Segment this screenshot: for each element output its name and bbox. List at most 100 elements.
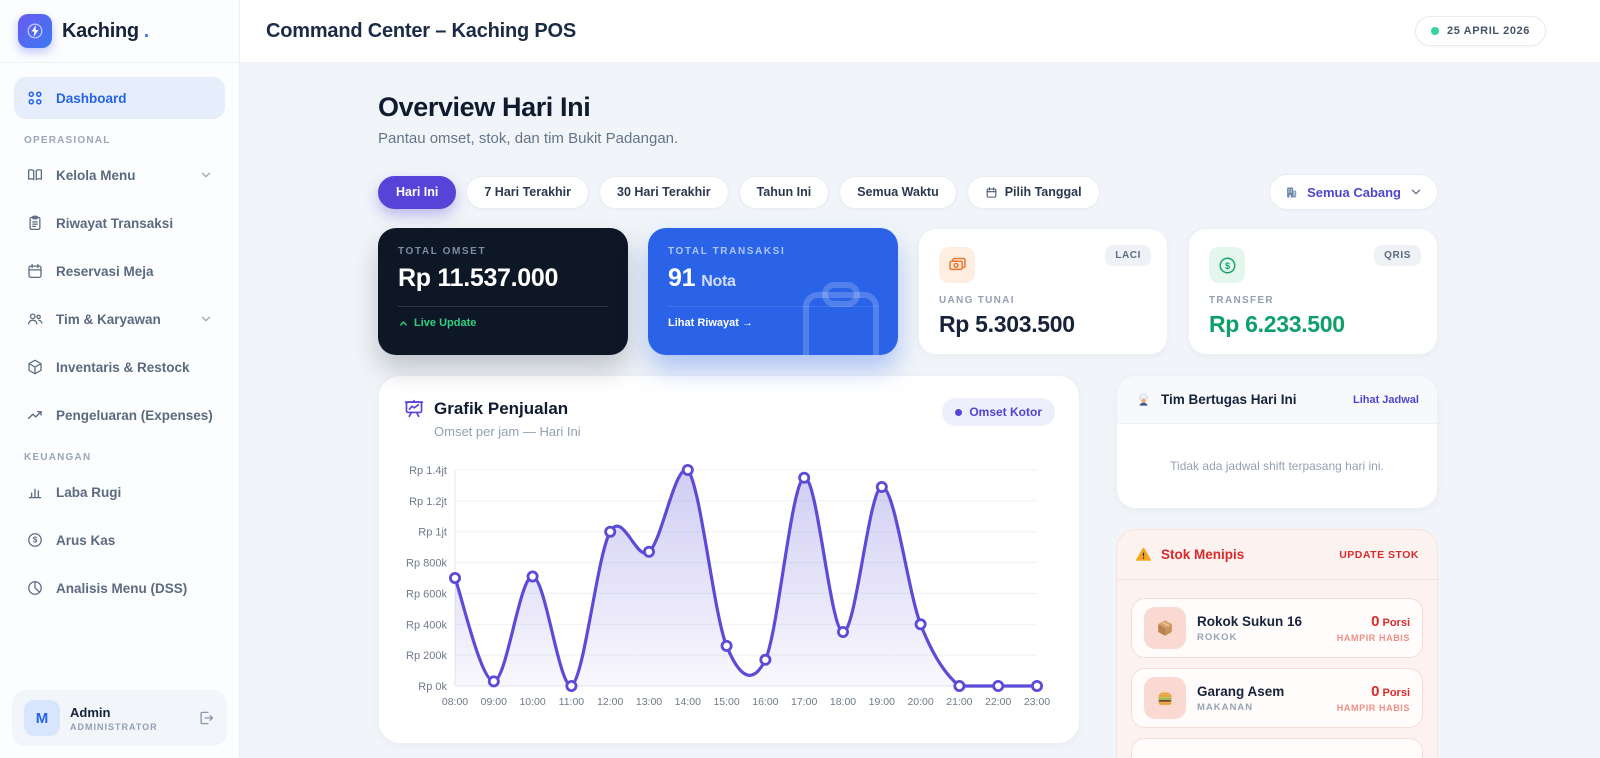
warning-icon: [1135, 547, 1152, 561]
pill-7-hari[interactable]: 7 Hari Terakhir: [466, 175, 589, 209]
stock-item-status: HAMPIR HABIS: [1336, 703, 1410, 713]
svg-text:11:00: 11:00: [559, 696, 585, 708]
pill-tahun-ini[interactable]: Tahun Ini: [738, 175, 830, 209]
filter-row: Hari Ini 7 Hari Terakhir 30 Hari Terakhi…: [378, 174, 1438, 210]
svg-text:20:00: 20:00: [907, 696, 933, 708]
chevron-down-icon: [1411, 189, 1421, 195]
svg-text:Rp 1jt: Rp 1jt: [418, 527, 447, 539]
package-icon: [28, 359, 42, 375]
svg-text:18:00: 18:00: [830, 696, 856, 708]
stock-item-qty: 0 Porsi: [1371, 683, 1410, 700]
stock-item-name: Garang Asem: [1197, 683, 1285, 699]
sidebar-item-inventaris-restock[interactable]: Inventaris & Restock: [14, 346, 225, 388]
burger-icon: [1144, 677, 1186, 719]
stock-item-garang-asem[interactable]: Garang Asem MAKANAN 0 Porsi HAMPIR HABIS: [1131, 668, 1423, 728]
topbar: Command Center – Kaching POS 25 APRIL 20…: [240, 0, 1600, 63]
stat-cards: TOTAL OMSET Rp 11.537.000 Live Update TO…: [378, 228, 1438, 355]
sidebar-item-label: Arus Kas: [56, 532, 116, 548]
stat-value: Rp 5.303.500: [939, 311, 1075, 337]
sidebar-item-label: Analisis Menu (DSS): [56, 580, 188, 596]
svg-text:14:00: 14:00: [675, 696, 701, 708]
stock-card-title: Stok Menipis: [1161, 547, 1245, 562]
building-icon: [1287, 187, 1297, 197]
bolt-logo-icon: [18, 14, 52, 48]
chef-icon: [1138, 393, 1149, 406]
svg-text:23:00: 23:00: [1024, 696, 1050, 708]
chart-canvas[interactable]: Rp 1.4jt Rp 1.2jt Rp 1jt Rp 800k Rp 600k Rp 4…: [403, 451, 1055, 718]
banknotes-icon: [939, 247, 975, 283]
dashboard-grid: Grafik Penjualan Omset per jam — Hari In…: [378, 375, 1438, 758]
user-card[interactable]: M Admin ADMINISTRATOR: [12, 690, 227, 746]
sidebar-item-label: Pengeluaran (Expenses): [56, 407, 213, 423]
legend-dot: [955, 408, 963, 416]
trending-up-icon: [27, 410, 42, 420]
sidebar-section-keuangan: KEUANGAN: [24, 452, 92, 463]
pie-chart-icon: [28, 581, 42, 595]
pill-semua-waktu[interactable]: Semua Waktu: [839, 175, 957, 209]
sidebar-item-pengeluaran[interactable]: Pengeluaran (Expenses): [14, 394, 225, 436]
sidebar-item-reservasi-meja[interactable]: Reservasi Meja: [14, 250, 225, 292]
status-dot: [1430, 27, 1439, 35]
avatar: M: [24, 700, 60, 736]
stat-label: UANG TUNAI: [939, 295, 1015, 306]
stat-label: TRANSFER: [1209, 295, 1274, 306]
svg-text:$: $: [1224, 260, 1229, 270]
stock-list: Rokok Sukun 16 ROKOK 0 Porsi HAMPIR HABI…: [1117, 580, 1437, 758]
logout-icon[interactable]: [197, 709, 215, 727]
stock-item-status: HAMPIR HABIS: [1336, 633, 1410, 643]
svg-text:16:00: 16:00: [752, 696, 778, 708]
svg-text:$: $: [33, 536, 38, 545]
pill-hari-ini[interactable]: Hari Ini: [378, 175, 457, 209]
sidebar-item-tim-karyawan[interactable]: Tim & Karyawan: [14, 298, 225, 340]
sidebar-item-dashboard[interactable]: Dashboard: [14, 77, 225, 119]
date-badge: 25 APRIL 2026: [1414, 16, 1546, 46]
chart-subtitle: Omset per jam — Hari Ini: [434, 424, 581, 439]
card-uang-tunai: LACI UANG TUNAI Rp 5.303.500: [918, 228, 1168, 355]
chevron-down-icon: [201, 172, 211, 178]
pill-30-hari[interactable]: 30 Hari Terakhir: [599, 175, 729, 209]
sidebar-item-kelola-menu[interactable]: Kelola Menu: [14, 154, 225, 196]
sidebar-item-laba-rugi[interactable]: Laba Rugi: [14, 471, 225, 513]
svg-text:Rp 0k: Rp 0k: [418, 681, 447, 693]
stock-item-partial[interactable]: [1131, 738, 1423, 758]
update-stok-link[interactable]: UPDATE STOK: [1339, 549, 1419, 561]
legend-omset-kotor[interactable]: Omset Kotor: [942, 398, 1055, 426]
card-total-omset: TOTAL OMSET Rp 11.537.000 Live Update: [378, 228, 628, 355]
people-icon: [27, 313, 43, 325]
sidebar-item-analisis-menu[interactable]: Analisis Menu (DSS): [14, 567, 225, 609]
grid-icon: [28, 91, 42, 105]
svg-text:Rp 200k: Rp 200k: [406, 650, 447, 662]
dollar-coin-icon: $: [1209, 247, 1245, 283]
sidebar-item-arus-kas[interactable]: $ Arus Kas: [14, 519, 225, 561]
live-update-status: Live Update: [398, 317, 608, 329]
stock-item-category: ROKOK: [1197, 631, 1238, 643]
lihat-riwayat-link[interactable]: Lihat Riwayat →: [668, 317, 878, 329]
svg-text:13:00: 13:00: [636, 696, 662, 708]
branch-select-value: Semua Cabang: [1307, 184, 1401, 200]
svg-text:08:00: 08:00: [442, 696, 468, 708]
calendar-icon: [986, 186, 997, 198]
app-window: Kaching . Dashboard OPERASIONAL Kelola M…: [0, 0, 1600, 758]
pill-pilih-tanggal[interactable]: Pilih Tanggal: [966, 175, 1100, 209]
stock-item-category: MAKANAN: [1197, 701, 1254, 713]
lihat-jadwal-link[interactable]: Lihat Jadwal: [1353, 394, 1419, 406]
sidebar-item-label: Laba Rugi: [56, 484, 122, 500]
svg-text:Rp 400k: Rp 400k: [406, 619, 447, 631]
calendar-icon: [28, 263, 42, 279]
svg-text:19:00: 19:00: [869, 696, 895, 708]
stat-value: Rp 11.537.000: [398, 264, 559, 292]
stat-unit: Nota: [701, 273, 736, 290]
team-empty-message: Tidak ada jadwal shift terpasang hari in…: [1170, 459, 1384, 473]
sidebar-item-label: Kelola Menu: [56, 167, 136, 183]
page-title: Overview Hari Ini: [378, 92, 591, 122]
sales-chart-card: Grafik Penjualan Omset per jam — Hari In…: [378, 375, 1080, 744]
sidebar-item-riwayat-transaksi[interactable]: Riwayat Transaksi: [14, 202, 225, 244]
stock-item-rokok-sukun[interactable]: Rokok Sukun 16 ROKOK 0 Porsi HAMPIR HABI…: [1131, 598, 1423, 658]
sidebar-nav: Dashboard OPERASIONAL Kelola Menu Riwaya…: [0, 63, 239, 678]
branch-select[interactable]: Semua Cabang: [1269, 174, 1438, 210]
user-name: Admin: [70, 704, 111, 720]
team-card: Tim Bertugas Hari Ini Lihat Jadwal Tidak…: [1116, 375, 1438, 509]
svg-text:17:00: 17:00: [791, 696, 817, 708]
content: Overview Hari Ini Pantau omset, stok, da…: [240, 63, 1600, 758]
svg-text:Rp 800k: Rp 800k: [406, 558, 447, 570]
